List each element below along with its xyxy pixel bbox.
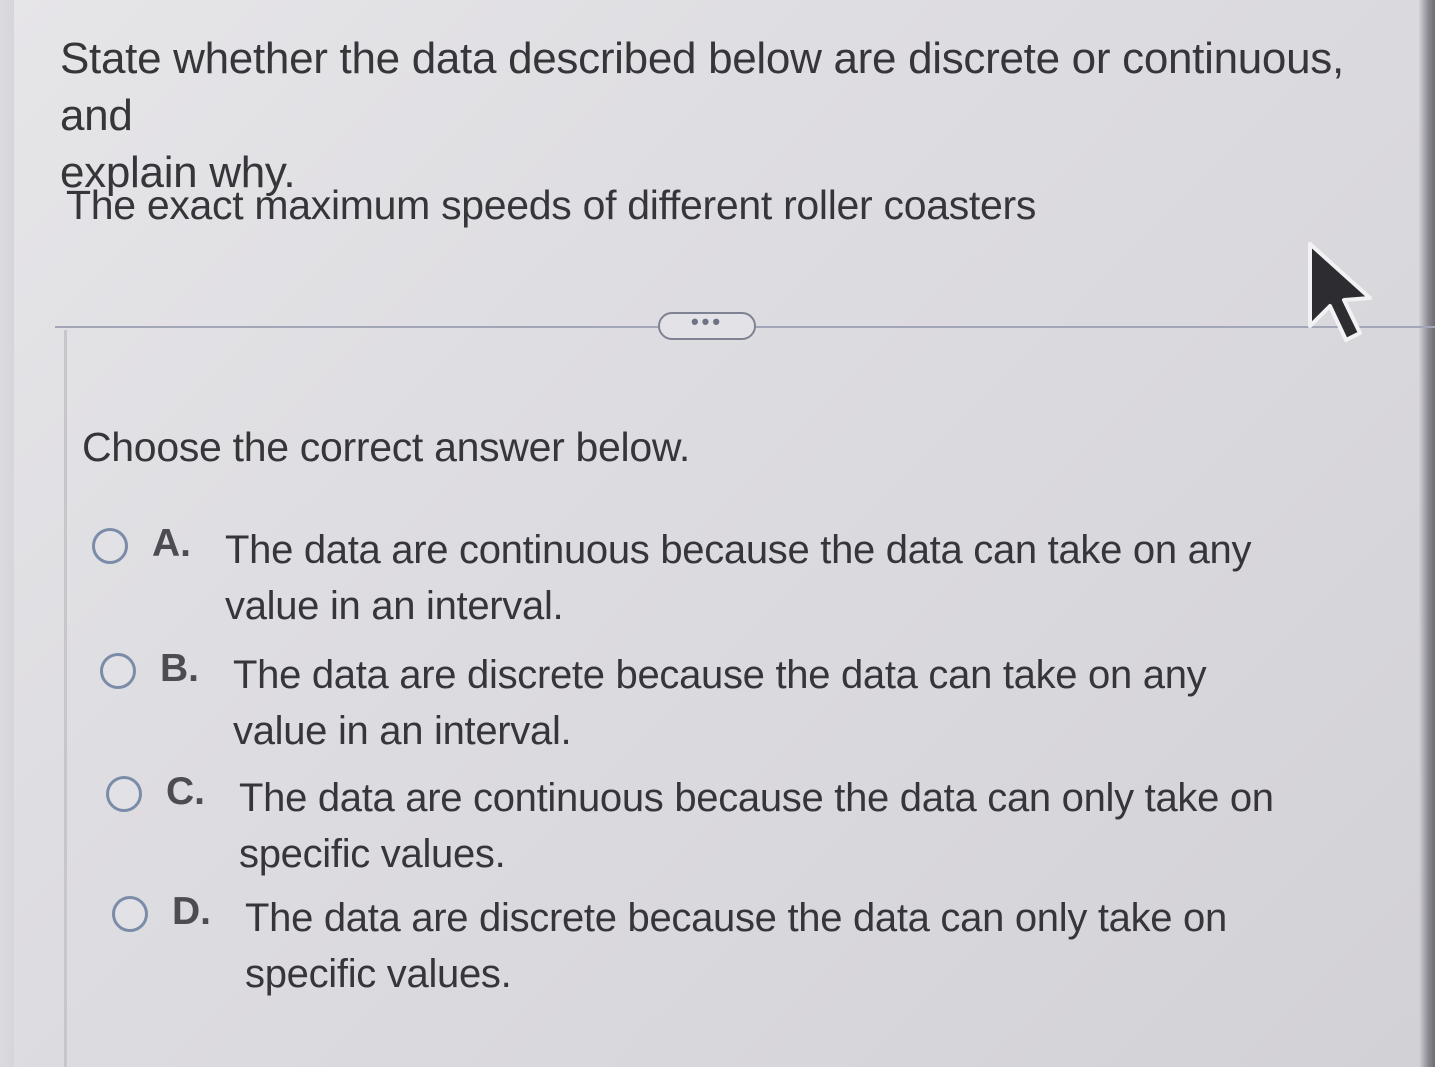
option-b-line-2: value in an interval.	[233, 709, 572, 753]
option-text-c[interactable]: The data are continuous because the data…	[239, 770, 1299, 882]
option-c-line-1: The data are continuous because the data…	[239, 776, 1274, 820]
option-a-line-1: The data are continuous because the data…	[225, 528, 1252, 572]
content-left-border	[64, 330, 67, 1067]
option-d-line-2: specific values.	[245, 952, 512, 996]
mouse-pointer-icon	[1308, 242, 1372, 342]
option-letter-d: D.	[172, 890, 211, 933]
radio-button-a[interactable]	[92, 528, 128, 564]
answer-prompt: Choose the correct answer below.	[82, 424, 691, 470]
option-b-line-1: The data are discrete because the data c…	[233, 653, 1207, 697]
data-description: The exact maximum speeds of different ro…	[66, 182, 1037, 228]
option-text-b[interactable]: The data are discrete because the data c…	[233, 647, 1293, 759]
radio-button-d[interactable]	[112, 896, 148, 932]
radio-button-b[interactable]	[100, 653, 136, 689]
screen-bezel-edge	[1419, 0, 1435, 1067]
option-letter-a: A.	[152, 522, 191, 565]
left-panel-edge	[0, 0, 14, 1067]
option-a-line-2: value in an interval.	[225, 584, 564, 628]
option-letter-b: B.	[160, 647, 199, 690]
question-line-1: State whether the data described below a…	[60, 34, 1344, 140]
option-d-line-1: The data are discrete because the data c…	[245, 896, 1227, 940]
option-text-d[interactable]: The data are discrete because the data c…	[245, 890, 1305, 1002]
option-letter-c: C.	[166, 770, 205, 813]
option-text-a[interactable]: The data are continuous because the data…	[225, 522, 1285, 634]
question-text: State whether the data described below a…	[60, 30, 1380, 201]
expand-more-button[interactable]: •••	[658, 311, 756, 340]
radio-button-c[interactable]	[106, 776, 142, 812]
option-c-line-2: specific values.	[239, 832, 506, 876]
